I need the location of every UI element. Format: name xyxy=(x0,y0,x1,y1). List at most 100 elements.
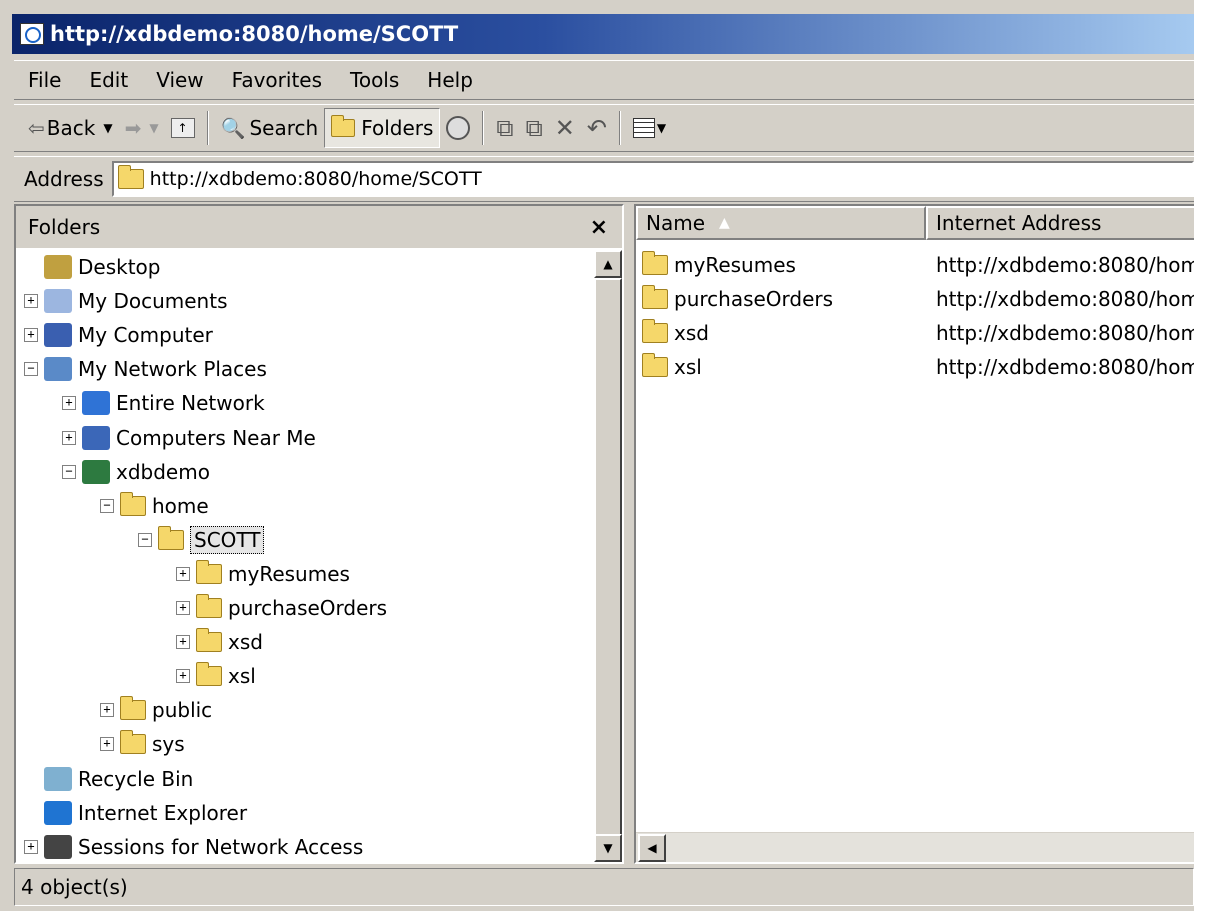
tree-item[interactable]: Internet Explorer xyxy=(44,796,247,830)
computer-icon xyxy=(44,323,72,348)
menu-tools[interactable]: Tools xyxy=(336,68,413,92)
delete-icon[interactable]: ✕ xyxy=(549,114,581,142)
collapse-icon[interactable]: − xyxy=(24,362,38,377)
expand-icon[interactable]: + xyxy=(176,566,190,581)
tree-item[interactable]: − My Network Places xyxy=(24,352,267,386)
recycle-bin-icon xyxy=(44,766,72,791)
menu-favorites[interactable]: Favorites xyxy=(218,68,336,92)
list-item[interactable]: xsd xyxy=(642,316,709,350)
tree-item[interactable]: + My Computer xyxy=(24,318,213,352)
back-arrow-icon: ⇦ xyxy=(28,116,45,140)
tree-item[interactable]: Recycle Bin xyxy=(44,762,193,796)
tree-item[interactable]: Desktop xyxy=(44,250,160,284)
tree-item-label: public xyxy=(152,698,213,723)
expand-icon[interactable]: + xyxy=(62,396,76,411)
tree-item[interactable]: + public xyxy=(100,693,212,727)
folders-button[interactable]: Folders xyxy=(324,108,441,148)
tree-item-label: myResumes xyxy=(228,561,350,586)
expand-icon[interactable]: + xyxy=(176,635,190,650)
tree-item[interactable]: + Computers Near Me xyxy=(62,421,316,455)
list-item-name: purchaseOrders xyxy=(674,287,834,311)
tree-item[interactable]: + myResumes xyxy=(176,557,350,591)
expand-icon[interactable]: + xyxy=(176,601,190,615)
status-text: 4 object(s) xyxy=(21,875,128,899)
explorer-window: http://xdbdemo:8080/home/SCOTT File Edit… xyxy=(0,0,1194,911)
close-icon[interactable]: × xyxy=(590,215,608,240)
tree-item[interactable]: − home xyxy=(100,489,209,523)
column-header-internet-address[interactable]: Internet Address xyxy=(926,206,1194,240)
scroll-down-button[interactable]: ▼ xyxy=(594,834,622,862)
tree-item[interactable]: + sys xyxy=(100,727,185,761)
list-item-name: myResumes xyxy=(674,253,796,277)
tree-item-label: Recycle Bin xyxy=(78,766,194,791)
up-folder-button[interactable]: ↑ xyxy=(165,108,201,148)
folder-icon xyxy=(642,251,668,275)
tree-item[interactable]: + Entire Network xyxy=(62,386,265,420)
folder-icon xyxy=(196,662,222,687)
back-dropdown-icon[interactable]: ▼ xyxy=(103,121,112,135)
horizontal-scrollbar[interactable]: ◀ xyxy=(636,832,1194,862)
back-button[interactable]: ⇦ Back ▼ xyxy=(22,108,119,148)
expand-icon[interactable]: + xyxy=(176,669,190,684)
collapse-icon[interactable]: − xyxy=(100,498,114,513)
views-button[interactable]: ▼ xyxy=(627,108,672,148)
tree-item-label: My Network Places xyxy=(78,357,267,382)
toolbar-separator xyxy=(206,111,209,145)
folder-icon xyxy=(642,353,668,377)
search-button[interactable]: 🔍 Search xyxy=(215,108,325,148)
expand-icon[interactable]: + xyxy=(24,328,38,343)
title-bar[interactable]: http://xdbdemo:8080/home/SCOTT xyxy=(12,14,1194,54)
my-documents-icon xyxy=(44,289,72,314)
menu-view[interactable]: View xyxy=(142,68,217,92)
sessions-icon xyxy=(44,834,72,859)
column-name-label: Name xyxy=(646,211,706,235)
status-bar: 4 object(s) xyxy=(14,868,1194,906)
undo-icon[interactable]: ↶ xyxy=(581,114,613,142)
copy-to-icon[interactable]: ⧉ xyxy=(520,114,549,142)
list-item[interactable]: xsl xyxy=(642,350,702,384)
tree-item[interactable]: − xdbdemo xyxy=(62,455,210,489)
expand-icon[interactable]: + xyxy=(62,430,76,445)
tree-item[interactable]: + Sessions for Network Access xyxy=(24,830,363,862)
scroll-left-button[interactable]: ◀ xyxy=(638,834,666,862)
tree-item[interactable]: + xsl xyxy=(176,659,256,693)
collapse-icon[interactable]: − xyxy=(138,532,152,547)
scroll-up-button[interactable]: ▲ xyxy=(594,250,622,278)
list-item[interactable]: myResumes xyxy=(642,248,796,282)
folder-icon xyxy=(196,628,222,653)
expand-icon[interactable]: + xyxy=(100,737,114,752)
folders-pane: Folders × Desktop + My Documents + My Comput… xyxy=(14,204,624,864)
tree-item[interactable]: + purchaseOrders xyxy=(176,591,387,625)
folder-icon xyxy=(642,319,668,343)
list-item[interactable]: purchaseOrders xyxy=(642,282,833,316)
menu-edit[interactable]: Edit xyxy=(75,68,142,92)
forward-arrow-icon: ➡ xyxy=(124,116,142,140)
folders-icon xyxy=(331,115,356,137)
address-bar: Address http://xdbdemo:8080/home/SCOTT xyxy=(14,156,1194,202)
expand-icon[interactable]: + xyxy=(24,839,38,854)
vertical-scrollbar[interactable]: ▲ ▼ xyxy=(594,250,622,862)
forward-dropdown-icon[interactable]: ▼ xyxy=(149,121,158,135)
history-button[interactable] xyxy=(440,108,476,148)
scroll-thumb[interactable] xyxy=(594,278,622,838)
internet-explorer-icon xyxy=(44,800,72,825)
search-icon: 🔍 xyxy=(220,116,246,140)
tree-item[interactable]: + My Documents xyxy=(24,284,227,318)
standard-toolbar: ⇦ Back ▼ ➡ ▼ ↑ 🔍 Search Folders ⧉ ⧉ ✕ ↶ xyxy=(14,104,1194,152)
tree-item[interactable]: − SCOTT xyxy=(138,523,265,557)
folders-pane-title: Folders xyxy=(28,215,101,239)
folders-label: Folders xyxy=(361,116,434,140)
server-icon xyxy=(82,459,110,484)
tree-item[interactable]: + xsd xyxy=(176,625,263,659)
folder-tree: Desktop + My Documents + My Computer − My Netw… xyxy=(16,250,594,862)
collapse-icon[interactable]: − xyxy=(62,464,76,479)
globe-icon xyxy=(82,391,110,416)
forward-button[interactable]: ➡ ▼ xyxy=(119,108,165,148)
expand-icon[interactable]: + xyxy=(100,703,114,718)
menu-file[interactable]: File xyxy=(14,68,75,92)
column-header-name[interactable]: Name ▲ xyxy=(636,206,926,240)
address-input[interactable]: http://xdbdemo:8080/home/SCOTT xyxy=(111,161,1194,197)
expand-icon[interactable]: + xyxy=(24,294,38,309)
move-to-icon[interactable]: ⧉ xyxy=(490,114,519,142)
menu-help[interactable]: Help xyxy=(413,68,487,92)
